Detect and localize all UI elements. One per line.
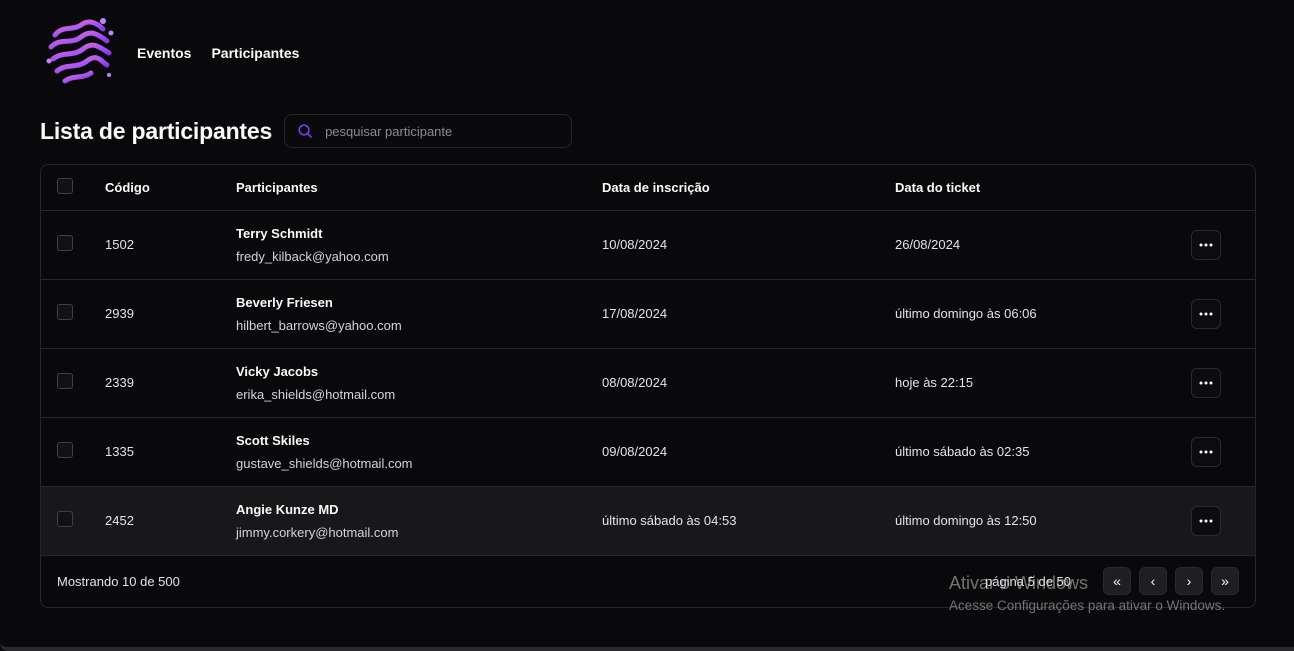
row-checkbox[interactable] <box>57 304 73 320</box>
row-checkbox[interactable] <box>57 442 73 458</box>
table-row: 1502 Terry Schmidt fredy_kilback@yahoo.c… <box>41 210 1255 279</box>
nav-link-participantes[interactable]: Participantes <box>211 45 299 61</box>
participant-name: Angie Kunze MD <box>236 501 339 517</box>
more-horizontal-icon <box>1199 312 1213 315</box>
top-header: Eventos Participantes <box>45 18 299 88</box>
next-page-button[interactable]: › <box>1175 567 1203 595</box>
cell-participant: Scott Skiles gustave_shields@hotmail.com <box>236 417 602 486</box>
header-signup-date: Data de inscrição <box>602 179 710 195</box>
cell-signup-date: 17/08/2024 <box>602 306 668 321</box>
prev-page-button[interactable]: ‹ <box>1139 567 1167 595</box>
row-checkbox[interactable] <box>57 373 73 389</box>
header-code: Código <box>105 179 150 195</box>
title-row: Lista de participantes <box>40 114 573 148</box>
participant-email: hilbert_barrows@yahoo.com <box>236 317 402 333</box>
cell-ticket-date: último domingo às 12:50 <box>895 513 1037 528</box>
cell-code: 1502 <box>105 237 134 252</box>
participant-email: fredy_kilback@yahoo.com <box>236 248 389 264</box>
participant-name: Beverly Friesen <box>236 294 333 310</box>
participants-table-container: Código Participantes Data de inscrição D… <box>40 164 1256 608</box>
app-window: Eventos Participantes Lista de participa… <box>0 0 1294 651</box>
row-checkbox[interactable] <box>57 511 73 527</box>
nav-link-eventos[interactable]: Eventos <box>137 45 191 61</box>
participant-name: Terry Schmidt <box>236 225 323 241</box>
abstract-wave-logo[interactable] <box>45 17 117 89</box>
cell-code: 2939 <box>105 306 134 321</box>
search-input[interactable] <box>325 123 546 139</box>
participant-email: jimmy.corkery@hotmail.com <box>236 524 399 540</box>
cell-participant: Beverly Friesen hilbert_barrows@yahoo.co… <box>236 279 602 348</box>
row-actions-button[interactable] <box>1191 505 1221 536</box>
table-header-row: Código Participantes Data de inscrição D… <box>41 165 1255 210</box>
showing-count: Mostrando 10 de 500 <box>57 573 180 589</box>
cell-participant: Vicky Jacobs erika_shields@hotmail.com <box>236 348 602 417</box>
cell-signup-date: último sábado às 04:53 <box>602 513 737 528</box>
cell-participant: Terry Schmidt fredy_kilback@yahoo.com <box>236 210 602 279</box>
first-page-button[interactable]: « <box>1103 567 1131 595</box>
select-all-checkbox[interactable] <box>57 177 73 194</box>
pagination: página 5 de 50 « ‹ › » <box>985 567 1239 595</box>
table-row: 2339 Vicky Jacobs erika_shields@hotmail.… <box>41 348 1255 417</box>
table-row: 2939 Beverly Friesen hilbert_barrows@yah… <box>41 279 1255 348</box>
row-actions-button[interactable] <box>1191 298 1221 329</box>
cell-ticket-date: último domingo às 06:06 <box>895 306 1037 321</box>
participant-email: erika_shields@hotmail.com <box>236 386 396 402</box>
cell-code: 2452 <box>105 513 134 528</box>
row-actions-button[interactable] <box>1191 367 1221 398</box>
cell-ticket-date: 26/08/2024 <box>895 237 961 252</box>
participant-email: gustave_shields@hotmail.com <box>236 455 413 471</box>
table-row: 1335 Scott Skiles gustave_shields@hotmai… <box>41 417 1255 486</box>
cell-participant: Angie Kunze MD jimmy.corkery@hotmail.com <box>236 486 602 555</box>
more-horizontal-icon <box>1199 450 1213 453</box>
search-icon <box>298 124 312 138</box>
participants-table: Código Participantes Data de inscrição D… <box>41 165 1255 556</box>
more-horizontal-icon <box>1199 381 1213 384</box>
more-horizontal-icon <box>1199 519 1213 522</box>
row-actions-button[interactable] <box>1191 436 1221 467</box>
page-title: Lista de participantes <box>40 117 273 144</box>
header-ticket-date: Data do ticket <box>895 179 981 195</box>
participant-name: Scott Skiles <box>236 432 310 448</box>
main-nav: Eventos Participantes <box>137 45 299 61</box>
last-page-button[interactable]: » <box>1211 567 1239 595</box>
cell-ticket-date: último sábado às 02:35 <box>895 444 1030 459</box>
table-footer: Mostrando 10 de 500 página 5 de 50 « ‹ ›… <box>41 555 1255 607</box>
cell-code: 2339 <box>105 375 134 390</box>
search-box[interactable] <box>284 114 573 148</box>
cell-signup-date: 09/08/2024 <box>602 444 668 459</box>
more-horizontal-icon <box>1199 243 1213 246</box>
participant-name: Vicky Jacobs <box>236 363 319 379</box>
cell-signup-date: 10/08/2024 <box>602 237 668 252</box>
row-checkbox[interactable] <box>57 235 73 251</box>
cell-code: 1335 <box>105 444 134 459</box>
cell-signup-date: 08/08/2024 <box>602 375 668 390</box>
row-actions-button[interactable] <box>1191 229 1221 260</box>
page-info: página 5 de 50 <box>984 573 1071 589</box>
header-participants: Participantes <box>236 179 318 195</box>
cell-ticket-date: hoje às 22:15 <box>895 375 974 390</box>
table-row: 2452 Angie Kunze MD jimmy.corkery@hotmai… <box>41 486 1255 555</box>
